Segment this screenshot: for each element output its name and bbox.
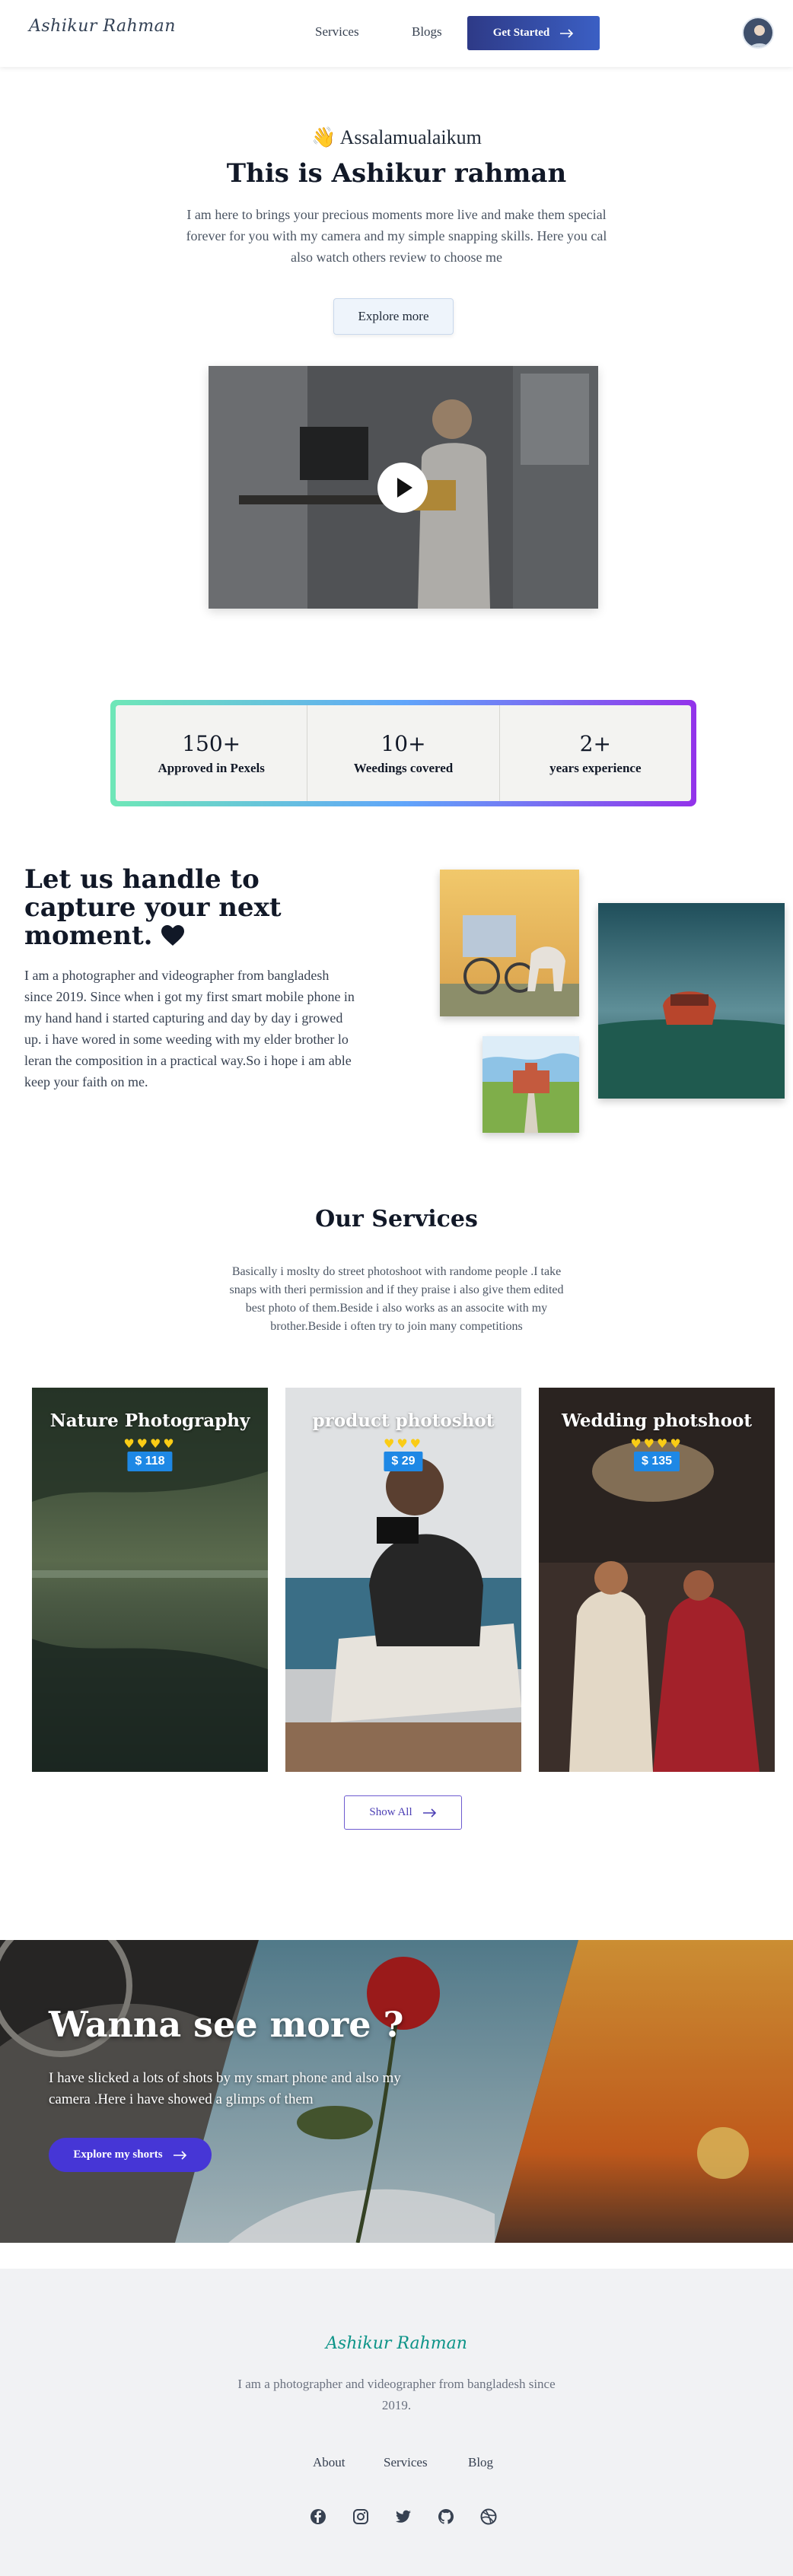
rating-hearts-icon: ♥♥♥♥: [123, 1436, 177, 1451]
services-title: Our Services: [315, 1206, 478, 1232]
hero-description: I am here to brings your precious moment…: [186, 207, 607, 265]
twitter-icon[interactable]: [394, 2508, 412, 2526]
get-started-label: Get Started: [492, 27, 550, 39]
explore-shorts-label: Explore my shorts: [73, 2148, 163, 2161]
arrow-right-icon: [560, 28, 574, 38]
price-badge: $ 29: [384, 1452, 423, 1471]
service-card-product[interactable]: product photoshot ♥♥♥ $ 29: [285, 1388, 521, 1772]
price-badge: $ 118: [127, 1452, 173, 1471]
monument-photo: [482, 1036, 579, 1133]
intro-video[interactable]: [209, 366, 598, 609]
service-card-nature[interactable]: Nature Photography ♥♥♥♥ $ 118: [32, 1388, 268, 1772]
footer-logo[interactable]: Ashikur Rahman: [0, 2334, 793, 2353]
banner-description: I have slicked a lots of shots by my sma…: [49, 2070, 401, 2107]
arrow-right-icon: [422, 1808, 436, 1818]
play-icon: [397, 478, 412, 498]
get-started-button[interactable]: Get Started: [467, 16, 600, 50]
instagram-icon[interactable]: [352, 2508, 370, 2526]
stat-label: years experience: [549, 760, 642, 775]
black-heart-icon: [161, 925, 185, 946]
footer-description: I am a photographer and videographer fro…: [237, 2377, 556, 2412]
banner-title: Wanna see more ?: [49, 2004, 404, 2045]
user-avatar-icon: [744, 18, 772, 47]
facebook-icon[interactable]: [309, 2508, 327, 2526]
about-title: Let us handle to capture your next momen…: [24, 866, 314, 950]
footer-link-about[interactable]: About: [313, 2455, 346, 2470]
nav-link-services[interactable]: Services: [315, 24, 359, 40]
show-all-label: Show All: [369, 1806, 412, 1818]
card-title: Nature Photography: [49, 1410, 250, 1431]
about-description: I am a photographer and videographer fro…: [24, 968, 355, 1089]
rating-hearts-icon: ♥♥♥♥: [630, 1436, 683, 1451]
site-header: Ashikur Rahman Services Blogs Get Starte…: [0, 0, 793, 67]
boat-in-sea-photo: [598, 903, 785, 1099]
horse-carriage-photo: [440, 870, 579, 1016]
stat-value: 2+: [579, 730, 611, 756]
show-all-button[interactable]: Show All: [344, 1795, 462, 1830]
site-footer: [0, 2269, 793, 2576]
footer-link-services[interactable]: Services: [384, 2455, 428, 2470]
explore-shorts-button[interactable]: Explore my shorts: [49, 2138, 212, 2172]
card-title: Wedding photshoot: [561, 1410, 753, 1431]
stat-experience: 2+ years experience: [500, 705, 691, 801]
stat-weddings: 10+ Weedings covered: [307, 705, 500, 801]
site-logo[interactable]: Ashikur Rahman: [29, 17, 176, 36]
hero-title: This is Ashikur rahman: [226, 158, 567, 189]
stat-label: Weedings covered: [353, 760, 454, 775]
stat-pexels: 150+ Approved in Pexels: [116, 705, 308, 801]
stats-panel: 150+ Approved in Pexels 10+ Weedings cov…: [110, 700, 696, 806]
price-badge: $ 135: [633, 1452, 680, 1471]
stat-value: 150+: [182, 730, 241, 756]
card-title: product photoshot: [312, 1410, 495, 1431]
stat-label: Approved in Pexels: [158, 760, 265, 775]
stat-value: 10+: [381, 730, 426, 756]
github-icon[interactable]: [437, 2508, 455, 2526]
nav-link-blogs[interactable]: Blogs: [412, 24, 442, 40]
play-button[interactable]: [377, 463, 428, 513]
dribbble-icon[interactable]: [479, 2508, 498, 2526]
services-description: Basically i moslty do street photoshoot …: [229, 1265, 564, 1333]
rating-hearts-icon: ♥♥♥: [383, 1436, 424, 1451]
greeting: 👋 Assalamualaikum: [0, 126, 793, 149]
user-avatar[interactable]: [742, 17, 774, 49]
explore-more-button[interactable]: Explore more: [333, 298, 454, 335]
arrow-right-icon: [173, 2150, 186, 2160]
service-card-wedding[interactable]: Wedding photshoot ♥♥♥♥ $ 135: [539, 1388, 775, 1772]
about-title-text: Let us handle to capture your next momen…: [24, 864, 282, 951]
waving-hand-icon: 👋: [311, 126, 336, 148]
footer-link-blog[interactable]: Blog: [468, 2455, 493, 2470]
greeting-text: Assalamualaikum: [339, 126, 482, 148]
